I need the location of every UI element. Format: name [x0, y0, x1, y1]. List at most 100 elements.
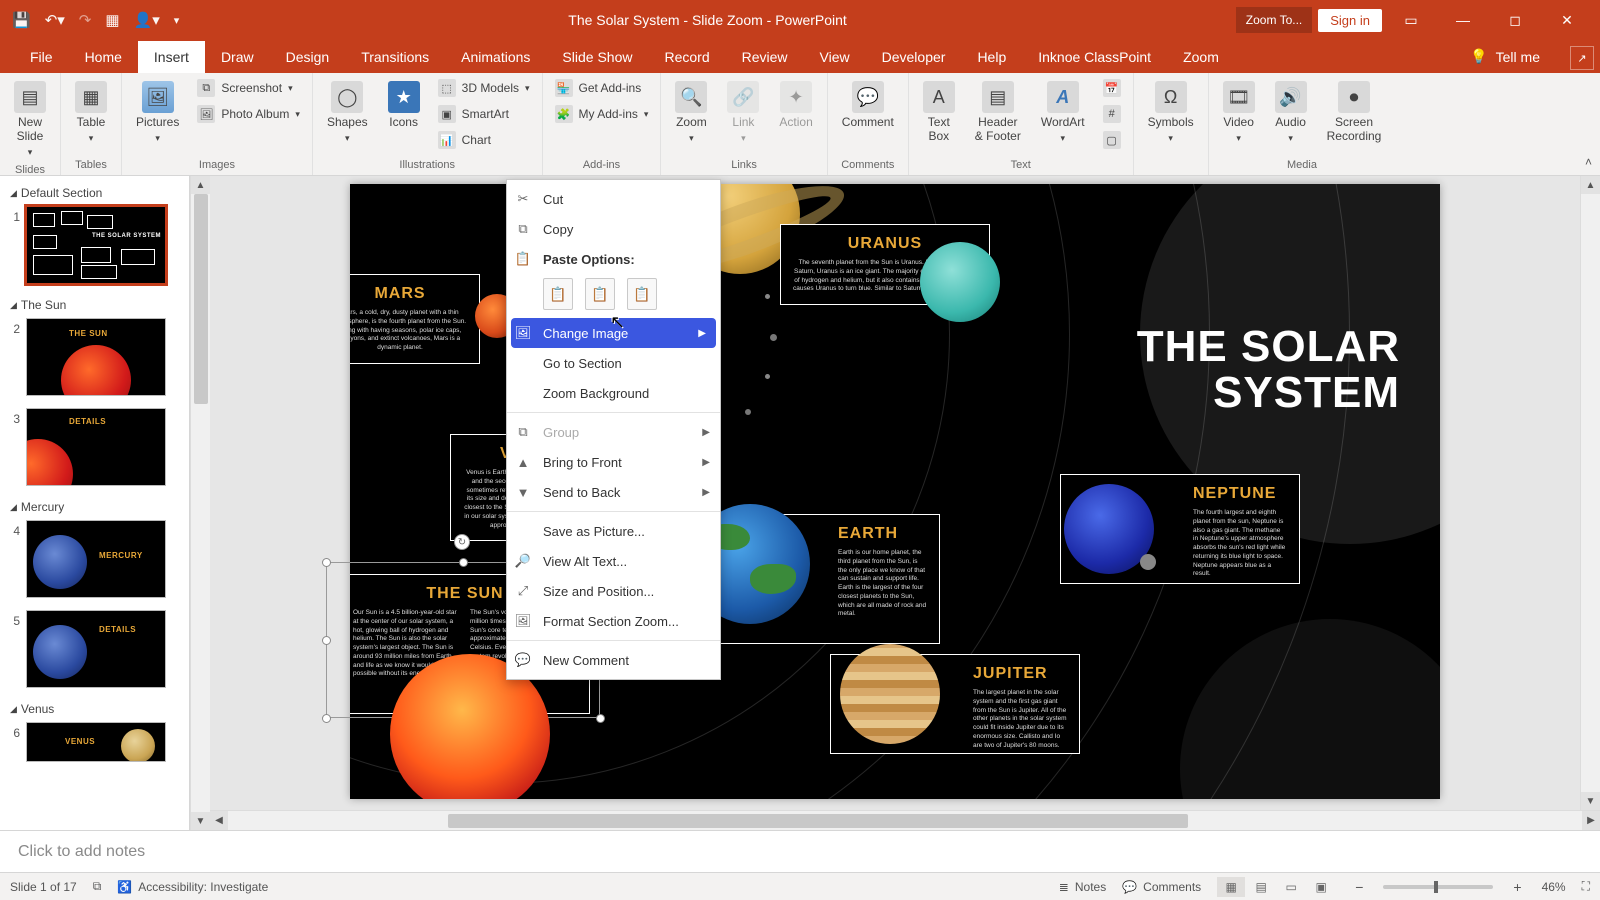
thumbnail-slide-4[interactable]: MERCURY — [26, 520, 166, 598]
section-the-sun[interactable]: ◢The Sun — [4, 294, 185, 316]
tab-insert[interactable]: Insert — [138, 41, 205, 73]
canvas-vertical-scrollbar[interactable]: ▲ ▼ — [1580, 176, 1600, 810]
3d-models-button[interactable]: ⬚3D Models▾ — [434, 77, 534, 99]
tab-classpoint[interactable]: Inknoe ClassPoint — [1022, 41, 1167, 73]
zoom-slider-knob[interactable] — [1434, 881, 1438, 893]
paste-option-3[interactable]: 📋 — [627, 278, 657, 310]
new-slide-button[interactable]: ▤New Slide▾ — [8, 77, 52, 162]
photo-album-button[interactable]: 🖼Photo Album▾ — [193, 103, 304, 125]
ctx-bring-to-front[interactable]: ▲Bring to Front▶ — [507, 447, 720, 477]
slideshow-view-button[interactable]: ▣ — [1307, 877, 1335, 897]
ctx-new-comment[interactable]: 💬New Comment — [507, 645, 720, 675]
icons-button[interactable]: ★Icons — [382, 77, 426, 134]
resize-handle[interactable] — [322, 558, 331, 567]
sorter-view-button[interactable]: ▤ — [1247, 877, 1275, 897]
zoom-slider[interactable] — [1383, 885, 1493, 889]
ctx-view-alt-text[interactable]: 🔎View Alt Text... — [507, 546, 720, 576]
ribbon-display-options-icon[interactable]: ▭ — [1388, 0, 1434, 40]
pictures-button[interactable]: 🖼Pictures▾ — [130, 77, 185, 148]
scroll-right-icon[interactable]: ▶ — [1582, 811, 1600, 830]
scroll-left-icon[interactable]: ◀ — [210, 811, 228, 830]
canvas-horizontal-scrollbar[interactable]: ◀ ▶ — [210, 810, 1600, 830]
zoom-out-button[interactable]: − — [1351, 879, 1367, 895]
ctx-save-as-picture[interactable]: Save as Picture... — [507, 516, 720, 546]
date-time-button[interactable]: 📅 — [1099, 77, 1125, 99]
collapse-ribbon-icon[interactable]: ˄ — [1585, 155, 1592, 169]
video-button[interactable]: 🎞Video▾ — [1217, 77, 1261, 148]
paste-option-2[interactable]: 📋 — [585, 278, 615, 310]
tab-home[interactable]: Home — [69, 41, 138, 73]
thumbnail-slide-6[interactable]: VENUS — [26, 722, 166, 762]
notes-toggle[interactable]: ≣Notes — [1059, 880, 1106, 894]
slide-counter[interactable]: Slide 1 of 17 — [10, 880, 77, 894]
language-button[interactable]: ⧉ — [93, 879, 102, 894]
zoom-button[interactable]: 🔍Zoom▾ — [669, 77, 713, 148]
touch-mode-icon[interactable]: 👤▾ — [134, 11, 160, 29]
tab-design[interactable]: Design — [270, 41, 346, 73]
shapes-button[interactable]: ◯Shapes▾ — [321, 77, 374, 148]
save-icon[interactable]: 💾 — [12, 11, 31, 29]
screen-recording-button[interactable]: ⏺Screen Recording — [1321, 77, 1388, 148]
object-button[interactable]: ▢ — [1099, 129, 1125, 151]
link-button[interactable]: 🔗Link▾ — [721, 77, 765, 148]
thumbnail-slide-2[interactable]: THE SUN — [26, 318, 166, 396]
scroll-thumb[interactable] — [448, 814, 1188, 828]
ctx-cut[interactable]: ✂Cut — [507, 184, 720, 214]
fit-to-window-button[interactable]: ⛶ — [1582, 879, 1590, 894]
resize-handle[interactable] — [322, 636, 331, 645]
resize-handle[interactable] — [459, 558, 468, 567]
tab-record[interactable]: Record — [648, 41, 725, 73]
smartart-button[interactable]: ▣SmartArt — [434, 103, 534, 125]
audio-button[interactable]: 🔊Audio▾ — [1269, 77, 1313, 148]
qat-customize-icon[interactable]: ▾ — [174, 14, 180, 27]
slide-number-button[interactable]: # — [1099, 103, 1125, 125]
section-venus[interactable]: ◢Venus — [4, 698, 185, 720]
card-mars[interactable]: MARS Mars, a cold, dry, dusty planet wit… — [350, 274, 480, 364]
get-addins-button[interactable]: 🏪Get Add-ins — [551, 77, 653, 99]
ctx-copy[interactable]: ⧉Copy — [507, 214, 720, 244]
normal-view-button[interactable]: ▦ — [1217, 877, 1245, 897]
section-default[interactable]: ◢Default Section — [4, 182, 185, 204]
ctx-go-to-section[interactable]: Go to Section — [507, 348, 720, 378]
chart-button[interactable]: 📊Chart — [434, 129, 534, 151]
sign-in-button[interactable]: Sign in — [1318, 9, 1382, 32]
share-button-icon[interactable]: ↗ — [1570, 46, 1594, 70]
ctx-send-to-back[interactable]: ▼Send to Back▶ — [507, 477, 720, 507]
table-button[interactable]: ▦Table▾ — [69, 77, 113, 148]
thumbnail-slide-5[interactable]: DETAILS — [26, 610, 166, 688]
undo-icon[interactable]: ↶▾ — [45, 11, 65, 29]
tab-help[interactable]: Help — [961, 41, 1022, 73]
header-footer-button[interactable]: ▤Header & Footer — [969, 77, 1027, 148]
tab-zoom[interactable]: Zoom — [1167, 41, 1235, 73]
tab-draw[interactable]: Draw — [205, 41, 270, 73]
notes-pane[interactable]: Click to add notes — [0, 830, 1600, 872]
reading-view-button[interactable]: ▭ — [1277, 877, 1305, 897]
present-icon[interactable]: ▦ — [105, 11, 119, 29]
comment-button[interactable]: 💬Comment — [836, 77, 900, 134]
resize-handle[interactable] — [596, 714, 605, 723]
zoom-in-button[interactable]: + — [1509, 879, 1525, 895]
section-mercury[interactable]: ◢Mercury — [4, 496, 185, 518]
close-icon[interactable]: ✕ — [1544, 0, 1590, 40]
tab-developer[interactable]: Developer — [866, 41, 962, 73]
accessibility-button[interactable]: ♿Accessibility: Investigate — [117, 880, 268, 894]
symbols-button[interactable]: ΩSymbols▾ — [1142, 77, 1200, 148]
wordart-button[interactable]: AWordArt▾ — [1035, 77, 1091, 148]
scroll-thumb[interactable] — [194, 194, 208, 404]
comments-toggle[interactable]: 💬Comments — [1122, 880, 1201, 894]
maximize-icon[interactable]: ◻ — [1492, 0, 1538, 40]
scroll-down-icon[interactable]: ▼ — [191, 812, 210, 830]
tab-slideshow[interactable]: Slide Show — [546, 41, 648, 73]
redo-icon[interactable]: ↷ — [79, 11, 92, 29]
zoom-tools-contextual-tab[interactable]: Zoom To... — [1236, 7, 1312, 33]
thumbnail-scrollbar[interactable]: ▲ ▼ — [190, 176, 210, 830]
tab-review[interactable]: Review — [726, 41, 804, 73]
scroll-up-icon[interactable]: ▲ — [1581, 176, 1600, 194]
screenshot-button[interactable]: ⧉Screenshot▾ — [193, 77, 304, 99]
my-addins-button[interactable]: 🧩My Add-ins▾ — [551, 103, 653, 125]
minimize-icon[interactable]: — — [1440, 0, 1486, 40]
rotation-handle-icon[interactable]: ↻ — [454, 534, 470, 550]
text-box-button[interactable]: AText Box — [917, 77, 961, 148]
ctx-size-position[interactable]: ⤢Size and Position... — [507, 576, 720, 606]
tab-transitions[interactable]: Transitions — [345, 41, 445, 73]
